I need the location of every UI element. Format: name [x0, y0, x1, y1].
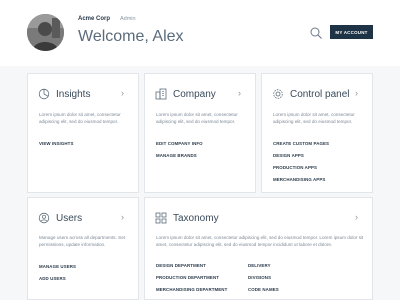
- card-title: Insights: [56, 88, 91, 100]
- chevron-right-icon[interactable]: ›: [355, 212, 363, 222]
- card-description: Lorem ipsum dolor sit amet, consectetur …: [156, 112, 238, 124]
- production-apps-link[interactable]: PRODUCTION APPS: [273, 165, 317, 170]
- gear-icon: [273, 89, 283, 99]
- code-names-link[interactable]: CODE NAMES: [248, 287, 279, 292]
- view-insights-link[interactable]: VIEW INSIGHTS: [39, 141, 73, 146]
- add-users-link[interactable]: ADD USERS: [39, 276, 66, 281]
- card-company: Company › Lorem ipsum dolor sit amet, co…: [144, 73, 256, 193]
- card-header[interactable]: Users: [38, 211, 82, 225]
- chevron-right-icon[interactable]: ›: [238, 88, 246, 98]
- divisions-link[interactable]: DIVISIONS: [248, 275, 271, 280]
- card-description: Lorem ipsum dolor sit amet, consectetur …: [273, 112, 355, 124]
- chevron-right-icon[interactable]: ›: [121, 212, 129, 222]
- building-icon: [155, 88, 167, 100]
- card-header[interactable]: Company: [155, 87, 216, 101]
- search-icon[interactable]: [309, 26, 323, 40]
- company-name: Acme Corp: [78, 16, 111, 22]
- card-header[interactable]: Taxonomy: [155, 211, 219, 225]
- merchandising-department-link[interactable]: MERCHANDISING DEPARTMENT: [156, 287, 227, 292]
- merchandising-apps-link[interactable]: MERCHANDISING APPS: [273, 177, 325, 182]
- card-control-panel: Control panel › Lorem ipsum dolor sit am…: [261, 73, 373, 193]
- manage-users-link[interactable]: MANAGE USERS: [39, 264, 76, 269]
- card-description: Manage users across all departments. Set…: [39, 235, 126, 247]
- design-department-link[interactable]: DESIGN DEPARTMENT: [156, 263, 206, 268]
- card-taxonomy: Taxonomy › Lorem ipsum dolor sit amet, c…: [144, 197, 373, 300]
- avatar-photo: [27, 14, 64, 51]
- avatar[interactable]: [27, 14, 64, 51]
- card-description: Lorem ipsum dolor sit amet, consectetur …: [156, 235, 364, 247]
- design-apps-link[interactable]: DESIGN APPS: [273, 153, 304, 158]
- page-header: Acme Corp Admin Welcome, Alex MY ACCOUNT: [0, 0, 400, 66]
- grid-icon: [155, 212, 167, 224]
- card-users: Users › Manage users across all departme…: [27, 197, 139, 300]
- page-title: Welcome, Alex: [78, 28, 184, 45]
- card-description: Lorem ipsum dolor sit amet, consectetur …: [39, 112, 121, 124]
- edit-company-info-link[interactable]: EDIT COMPANY INFO: [156, 141, 203, 146]
- card-title: Users: [56, 212, 83, 224]
- create-custom-pages-link[interactable]: CREATE CUSTOM PAGES: [273, 141, 329, 146]
- card-header[interactable]: Control panel: [272, 87, 349, 101]
- card-title: Control panel: [290, 88, 350, 100]
- card-insights: Insights › Lorem ipsum dolor sit amet, c…: [27, 73, 139, 193]
- chevron-right-icon[interactable]: ›: [121, 88, 129, 98]
- card-title: Company: [173, 88, 216, 100]
- manage-brands-link[interactable]: MANAGE BRANDS: [156, 153, 197, 158]
- card-title: Taxonomy: [173, 212, 219, 224]
- my-account-button[interactable]: MY ACCOUNT: [330, 25, 373, 39]
- pie-chart-icon: [38, 88, 50, 100]
- card-header[interactable]: Insights: [38, 87, 90, 101]
- user-role: Admin: [120, 16, 136, 22]
- production-department-link[interactable]: PRODUCTION DEPARTMENT: [156, 275, 219, 280]
- users-icon: [38, 212, 50, 224]
- chevron-right-icon[interactable]: ›: [355, 88, 363, 98]
- delivery-link[interactable]: DELIVERY: [248, 263, 271, 268]
